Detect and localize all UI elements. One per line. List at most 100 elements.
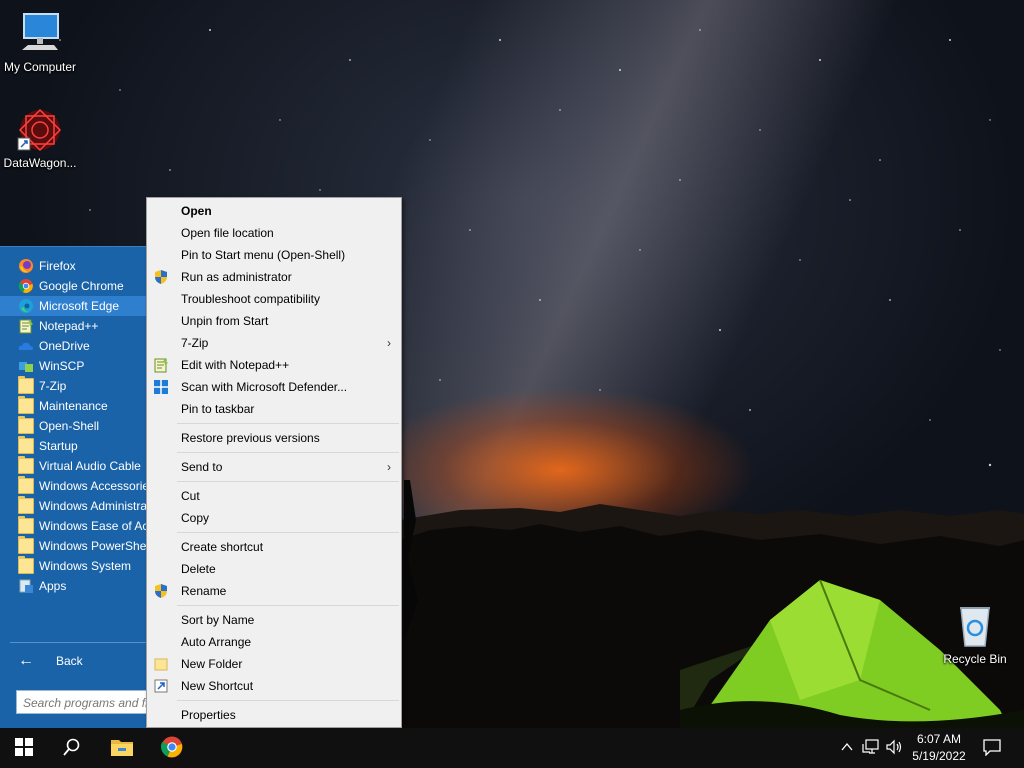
- menu-separator: [177, 452, 399, 453]
- folder-icon: [18, 456, 34, 474]
- tray-network[interactable]: [860, 728, 882, 768]
- desktop-icon-label: My Computer: [3, 60, 77, 74]
- windows-logo-icon: [15, 737, 33, 759]
- start-item-onedrive[interactable]: OneDrive: [0, 336, 148, 356]
- recycle-bin-icon: [951, 602, 999, 650]
- folder-icon: [18, 556, 34, 574]
- folder-icon: [18, 416, 34, 434]
- folder-icon: [153, 656, 169, 672]
- start-item-windows-powershell[interactable]: Windows PowerShell: [0, 536, 148, 556]
- menu-item-properties[interactable]: Properties: [147, 704, 401, 726]
- menu-item-create-shortcut[interactable]: Create shortcut: [147, 536, 401, 558]
- menu-item-run-as-administrator[interactable]: Run as administrator: [147, 266, 401, 288]
- folder-icon: [18, 476, 34, 494]
- menu-item-troubleshoot-compatibility[interactable]: Troubleshoot compatibility: [147, 288, 401, 310]
- taskbar-file-explorer[interactable]: [98, 728, 146, 768]
- folder-icon: [18, 516, 34, 534]
- menu-item-pin-to-taskbar[interactable]: Pin to taskbar: [147, 398, 401, 420]
- notepadpp-icon: [153, 357, 169, 373]
- folder-icon: [18, 496, 34, 514]
- uac-shield-icon: [153, 583, 169, 599]
- start-item-google-chrome[interactable]: Google Chrome: [0, 276, 148, 296]
- start-item-windows-ease-of-access[interactable]: Windows Ease of Access: [0, 516, 148, 536]
- computer-icon: [16, 10, 64, 58]
- menu-item-open-file-location[interactable]: Open file location: [147, 222, 401, 244]
- menu-item-auto-arrange[interactable]: Auto Arrange: [147, 631, 401, 653]
- start-item-apps[interactable]: Apps: [0, 576, 148, 596]
- winscp-icon: [18, 358, 34, 374]
- folder-icon: [18, 436, 34, 454]
- tray-overflow-button[interactable]: [838, 728, 856, 768]
- menu-item-copy[interactable]: Copy: [147, 507, 401, 529]
- folder-icon: [18, 396, 34, 414]
- notepadpp-icon: [18, 318, 34, 334]
- shortcut-arrow-icon: [153, 678, 169, 694]
- start-item-7-zip[interactable]: 7-Zip: [0, 376, 148, 396]
- desktop-icon-my-computer[interactable]: My Computer: [0, 10, 80, 74]
- menu-item-open[interactable]: Open: [147, 200, 401, 222]
- menu-separator: [177, 700, 399, 701]
- menu-item-send-to[interactable]: Send to ›: [147, 456, 401, 478]
- desktop-icon-label: DataWagon...: [3, 156, 77, 170]
- start-item-startup[interactable]: Startup: [0, 436, 148, 456]
- apps-icon: [18, 578, 34, 594]
- chevron-up-icon: [841, 741, 853, 756]
- menu-item-edit-with-notepadpp[interactable]: Edit with Notepad++: [147, 354, 401, 376]
- start-button[interactable]: [0, 728, 48, 768]
- start-back-button[interactable]: ← Back: [18, 651, 83, 671]
- start-item-windows-administrative-tools[interactable]: Windows Administrative Tools: [0, 496, 148, 516]
- menu-separator: [177, 605, 399, 606]
- start-item-windows-system[interactable]: Windows System: [0, 556, 148, 576]
- menu-separator: [177, 423, 399, 424]
- start-item-notepadpp[interactable]: Notepad++: [0, 316, 148, 336]
- search-icon: [63, 738, 81, 759]
- menu-item-delete[interactable]: Delete: [147, 558, 401, 580]
- desktop-icon-recycle-bin[interactable]: Recycle Bin: [935, 602, 1015, 666]
- start-menu: Firefox Google Chrome Microsoft Edge Not…: [0, 246, 148, 728]
- uac-shield-icon: [153, 269, 169, 285]
- start-search-input[interactable]: Search programs and files: [16, 690, 148, 714]
- context-menu: Open Open file location Pin to Start men…: [146, 197, 402, 728]
- start-item-windows-accessories[interactable]: Windows Accessories: [0, 476, 148, 496]
- file-explorer-icon: [110, 737, 134, 760]
- menu-item-7-zip[interactable]: 7-Zip ›: [147, 332, 401, 354]
- menu-item-pin-to-start[interactable]: Pin to Start menu (Open-Shell): [147, 244, 401, 266]
- taskbar-google-chrome[interactable]: [148, 728, 196, 768]
- menu-item-sort-by-name[interactable]: Sort by Name: [147, 609, 401, 631]
- back-arrow-icon: ←: [18, 652, 34, 669]
- menu-item-scan-with-defender[interactable]: Scan with Microsoft Defender...: [147, 376, 401, 398]
- start-item-winscp[interactable]: WinSCP: [0, 356, 148, 376]
- menu-item-cut[interactable]: Cut: [147, 485, 401, 507]
- tray-volume[interactable]: [884, 728, 906, 768]
- menu-item-new-shortcut[interactable]: New Shortcut: [147, 675, 401, 697]
- network-icon: [862, 738, 880, 758]
- folder-icon: [18, 376, 34, 394]
- search-button[interactable]: [48, 728, 96, 768]
- notification-icon: [983, 738, 1001, 759]
- menu-item-unpin-from-start[interactable]: Unpin from Start: [147, 310, 401, 332]
- start-item-firefox[interactable]: Firefox: [0, 256, 148, 276]
- menu-item-rename[interactable]: Rename: [147, 580, 401, 602]
- menu-separator: [177, 532, 399, 533]
- taskbar: 6:07 AM 5/19/2022: [0, 728, 1024, 768]
- desktop-icon-label: Recycle Bin: [943, 652, 1007, 666]
- start-item-open-shell[interactable]: Open-Shell: [0, 416, 148, 436]
- menu-item-new-folder[interactable]: New Folder: [147, 653, 401, 675]
- start-item-virtual-audio-cable[interactable]: Virtual Audio Cable: [0, 456, 148, 476]
- firefox-icon: [18, 258, 34, 274]
- submenu-arrow-icon: ›: [387, 336, 391, 350]
- action-center-button[interactable]: [980, 728, 1004, 768]
- folder-icon: [18, 536, 34, 554]
- start-item-microsoft-edge[interactable]: Microsoft Edge: [0, 296, 148, 316]
- start-program-list: Firefox Google Chrome Microsoft Edge Not…: [0, 256, 148, 596]
- chrome-icon: [160, 735, 184, 762]
- desktop-icon-datawagon[interactable]: DataWagon...: [0, 106, 80, 170]
- chrome-icon: [18, 278, 34, 294]
- menu-separator: [177, 481, 399, 482]
- menu-item-restore-previous-versions[interactable]: Restore previous versions: [147, 427, 401, 449]
- start-item-maintenance[interactable]: Maintenance: [0, 396, 148, 416]
- taskbar-clock[interactable]: 6:07 AM 5/19/2022: [904, 731, 974, 765]
- datawagon-icon: [16, 106, 64, 154]
- speaker-icon: [886, 739, 904, 758]
- edge-icon: [18, 298, 34, 314]
